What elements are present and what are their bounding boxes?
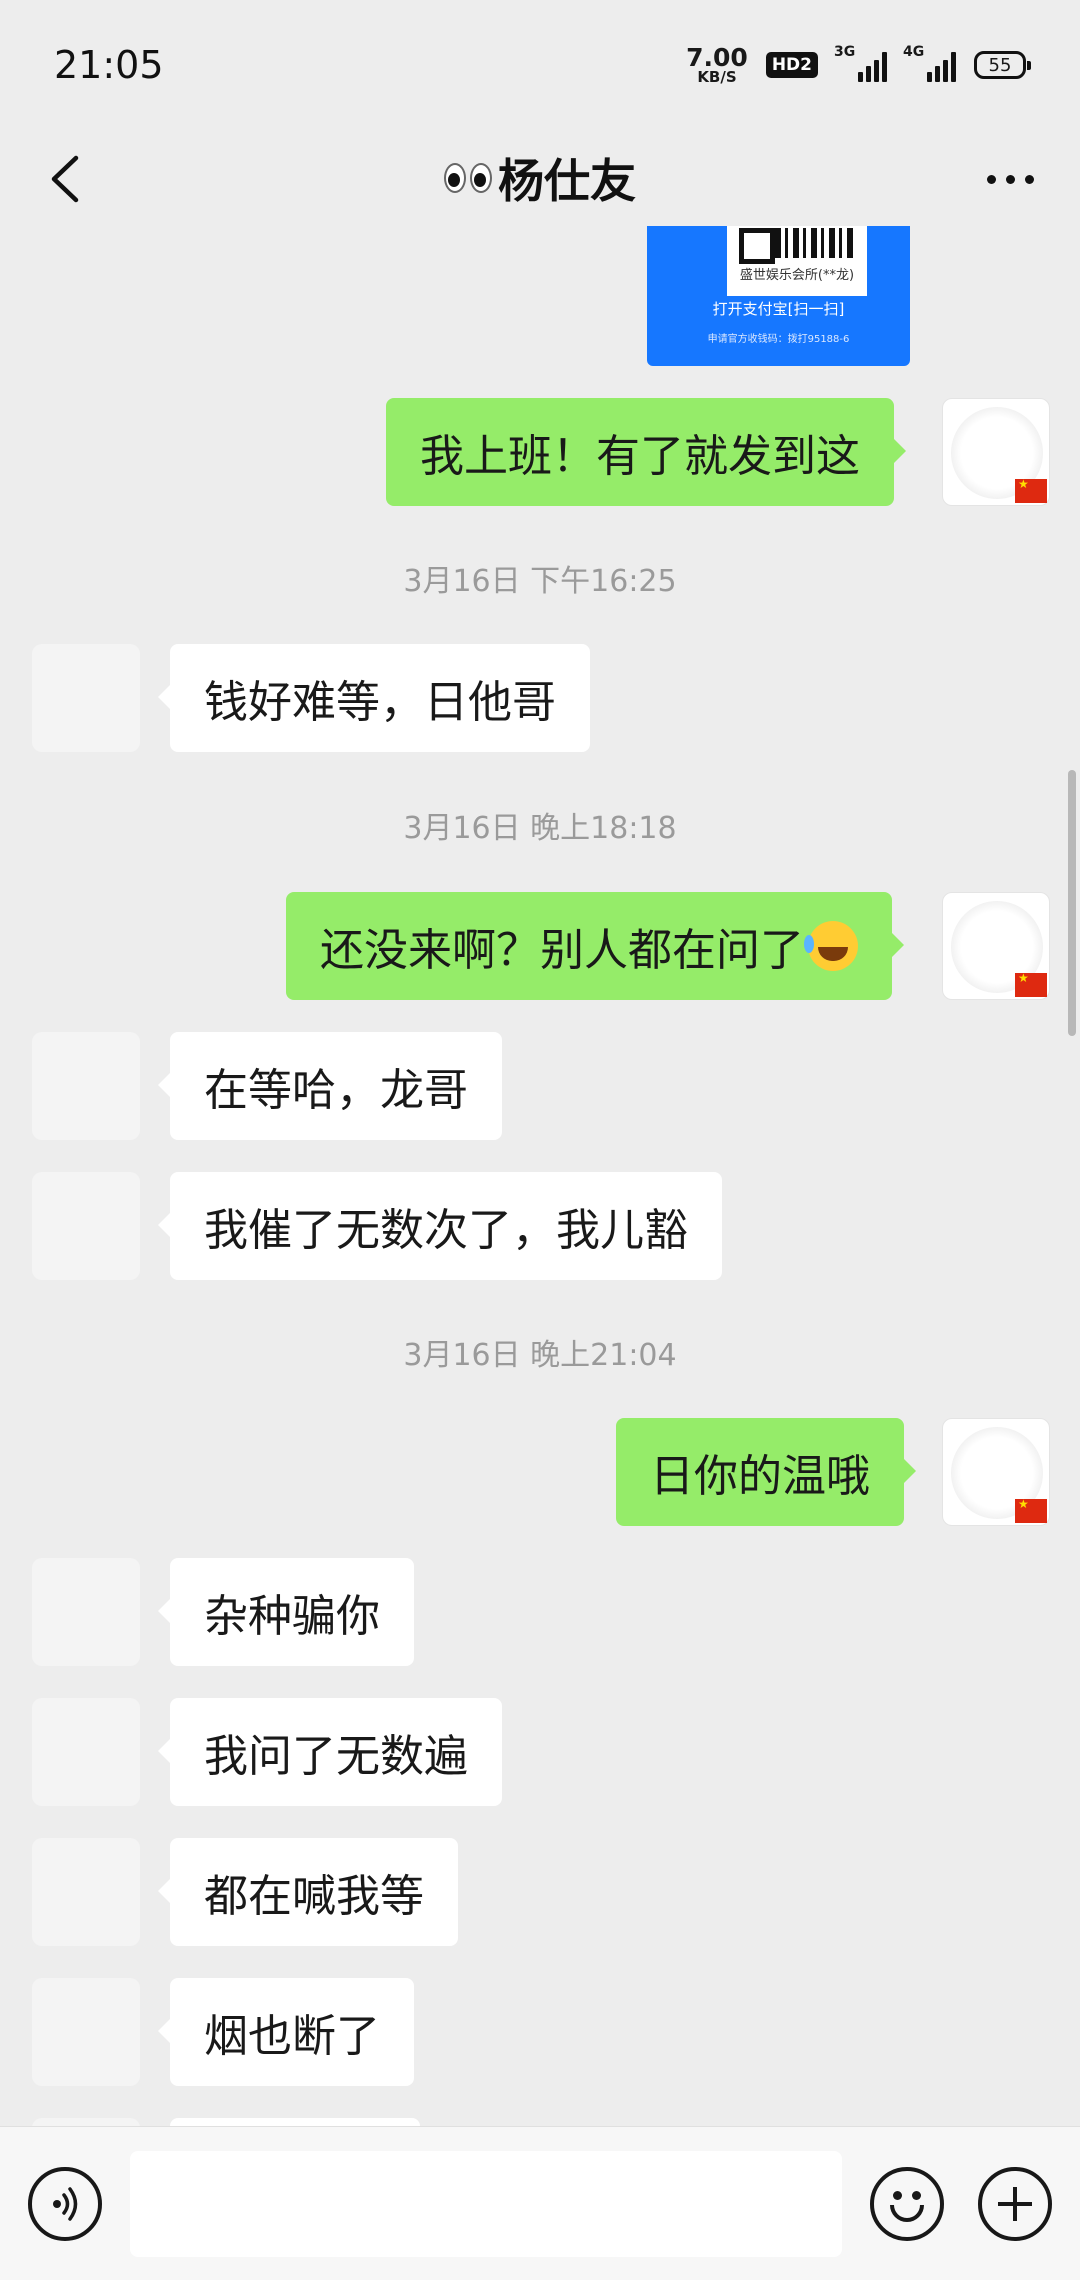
contact-avatar[interactable] — [32, 2118, 140, 2126]
chat-title: 杨仕友 — [444, 145, 636, 211]
message-bubble-received[interactable]: 都在喊我等 — [158, 1838, 458, 1946]
more-functions-button[interactable] — [978, 2167, 1052, 2241]
chevron-left-icon — [51, 155, 79, 203]
back-button[interactable] — [30, 144, 100, 214]
message-input[interactable] — [130, 2151, 842, 2257]
qr-open-text: 打开支付宝[扫一扫] — [712, 300, 845, 318]
message-timestamp: 3月16日 晚上21:04 — [403, 1338, 677, 1373]
network-speed-unit: KB/S — [697, 68, 737, 86]
sim2-network-label: 4G — [903, 44, 925, 60]
eyes-emoji-icon — [444, 163, 492, 193]
contact-avatar[interactable] — [32, 1838, 140, 1946]
status-bar: 21:05 7.00 KB/S HD2 3G 4G 55 — [0, 0, 1080, 130]
message-list[interactable]: 盛世娱乐会所(**龙) 打开支付宝[扫一扫] 申请官方收钱码：拨打95188-6… — [0, 226, 1080, 2126]
contact-avatar[interactable] — [32, 1698, 140, 1806]
chat-header: 杨仕友 — [0, 130, 1080, 226]
qr-apply-text: 申请官方收钱码：拨打95188-6 — [707, 334, 850, 345]
contact-avatar[interactable] — [32, 1032, 140, 1140]
more-options-button[interactable] — [970, 144, 1050, 214]
message-bubble-sent[interactable]: 我上班！有了就发到这 — [386, 398, 906, 506]
contact-name: 杨仕友 — [498, 154, 636, 208]
qr-merchant-name: 盛世娱乐会所(**龙) — [739, 268, 855, 283]
sim1-network-label: 3G — [834, 44, 856, 60]
message-bubble-received[interactable] — [170, 2118, 420, 2126]
signal-sim2-icon: 4G — [903, 44, 956, 82]
china-flag-icon — [1015, 1497, 1047, 1523]
status-time: 21:05 — [54, 43, 164, 87]
battery-icon: 55 — [974, 51, 1031, 79]
network-speed: 7.00 KB/S — [686, 45, 748, 85]
message-bubble-received[interactable]: 在等哈，龙哥 — [158, 1032, 502, 1140]
emoji-icon — [893, 2191, 902, 2200]
emoji-button[interactable] — [870, 2167, 944, 2241]
contact-avatar[interactable] — [32, 644, 140, 752]
message-bubble-received[interactable]: 钱好难等，日他哥 — [158, 644, 590, 752]
battery-level: 55 — [988, 54, 1012, 76]
message-bubble-received[interactable]: 烟也断了 — [158, 1978, 414, 2086]
message-bubble-sent[interactable]: 还没来啊？别人都在问了 — [286, 892, 904, 1000]
china-flag-icon — [1015, 477, 1047, 503]
message-bubble-sent[interactable]: 日你的温哦 — [616, 1418, 916, 1526]
signal-sim1-icon: 3G — [834, 44, 887, 82]
message-text: 还没来啊？别人都在问了 — [320, 925, 804, 976]
qr-code-icon — [739, 228, 857, 264]
payment-qr-image[interactable]: 盛世娱乐会所(**龙) 打开支付宝[扫一扫] 申请官方收钱码：拨打95188-6 — [647, 226, 910, 366]
status-icons: 7.00 KB/S HD2 3G 4G 55 — [686, 44, 1031, 85]
message-bubble-received[interactable]: 我问了无数遍 — [158, 1698, 502, 1806]
hd-voice-icon: HD2 — [765, 52, 818, 78]
contact-avatar[interactable] — [32, 1558, 140, 1666]
laughing-crying-emoji-icon — [804, 921, 858, 971]
network-speed-value: 7.00 — [686, 43, 748, 72]
contact-avatar[interactable] — [32, 1978, 140, 2086]
voice-icon — [53, 2187, 78, 2221]
voice-button[interactable] — [28, 2167, 102, 2241]
message-timestamp: 3月16日 晚上18:18 — [403, 811, 677, 846]
more-dot-icon — [986, 174, 996, 184]
contact-avatar[interactable] — [32, 1172, 140, 1280]
my-avatar[interactable] — [942, 398, 1050, 506]
message-bubble-received[interactable]: 我催了无数次了，我儿豁 — [158, 1172, 722, 1280]
chat-input-bar — [0, 2126, 1080, 2280]
china-flag-icon — [1015, 971, 1047, 997]
my-avatar[interactable] — [942, 892, 1050, 1000]
message-timestamp: 3月16日 下午16:25 — [403, 564, 677, 599]
qr-code-panel: 盛世娱乐会所(**龙) — [727, 226, 867, 296]
message-bubble-received[interactable]: 杂种骗你 — [158, 1558, 414, 1666]
my-avatar[interactable] — [942, 1418, 1050, 1526]
